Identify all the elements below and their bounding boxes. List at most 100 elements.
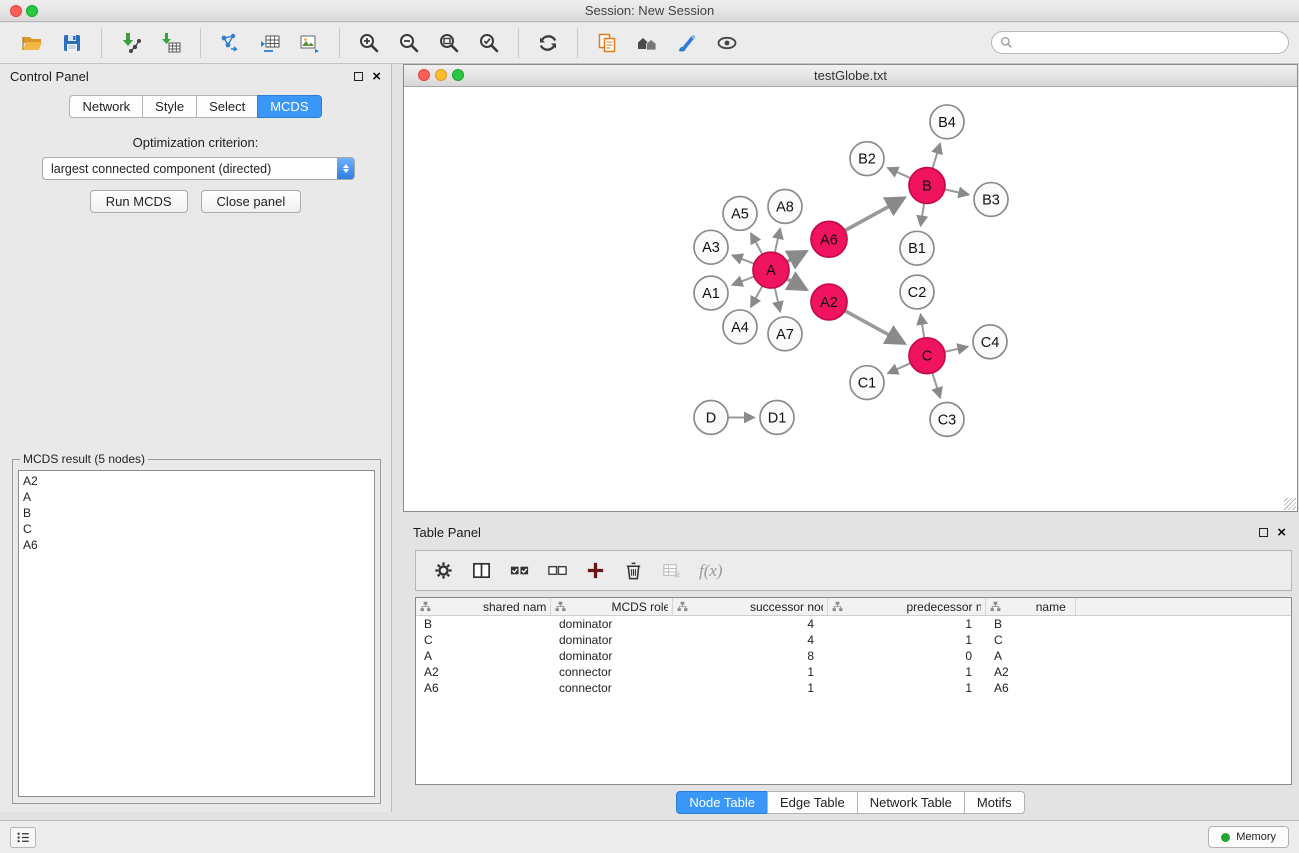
table-row[interactable]: Bdominator41B [416,616,1291,632]
node-B2[interactable]: B2 [850,142,884,176]
edge-A-A4[interactable] [751,285,763,307]
node-C3[interactable]: C3 [930,403,964,437]
node-B1[interactable]: B1 [900,231,934,265]
edge-B-B1[interactable] [921,202,925,225]
edge-A-A5[interactable] [751,234,763,256]
zoom-in-button[interactable] [352,26,386,60]
column-header-predecessor-nodes[interactable]: predecessor nodes [828,598,986,615]
table-row[interactable]: A2connector11A2 [416,664,1291,680]
node-A5[interactable]: A5 [723,196,757,230]
column-header-successor-nodes[interactable]: successor nodes [673,598,828,615]
edge-A-A6[interactable] [786,252,806,263]
tab-edge-table[interactable]: Edge Table [767,791,858,814]
tab-motifs[interactable]: Motifs [964,791,1025,814]
edge-A6-B[interactable] [844,198,904,231]
memory-button[interactable]: Memory [1208,826,1289,848]
import-network-button[interactable] [114,26,148,60]
add-row-button[interactable] [579,555,611,587]
list-item[interactable]: B [23,505,370,521]
table-row[interactable]: Cdominator41C [416,632,1291,648]
list-item[interactable]: A6 [23,537,370,553]
node-B[interactable]: B [909,168,945,204]
export-table-button[interactable] [253,26,287,60]
resize-grip-icon[interactable] [1284,498,1296,510]
copy-view-button[interactable] [590,26,624,60]
list-item[interactable]: C [23,521,370,537]
edge-A-A3[interactable] [733,255,756,264]
close-table-panel-icon[interactable]: × [1277,524,1286,542]
node-A8[interactable]: A8 [768,190,802,224]
save-session-button[interactable] [55,26,89,60]
node-D[interactable]: D [694,401,728,435]
search-box[interactable] [991,31,1289,54]
node-D1[interactable]: D1 [760,401,794,435]
zoom-out-button[interactable] [392,26,426,60]
table-row[interactable]: Adominator80A [416,648,1291,664]
node-A4[interactable]: A4 [723,310,757,344]
run-mcds-button[interactable]: Run MCDS [90,190,188,213]
show-graphics-button[interactable] [710,26,744,60]
node-A[interactable]: A [753,252,789,288]
node-C2[interactable]: C2 [900,275,934,309]
node-A3[interactable]: A3 [694,230,728,264]
select-all-button[interactable] [503,555,535,587]
tab-mcds[interactable]: MCDS [257,95,321,118]
open-session-button[interactable] [15,26,49,60]
delete-row-button[interactable] [617,555,649,587]
node-A2[interactable]: A2 [811,284,847,320]
edge-C-C4[interactable] [944,347,968,352]
node-B3[interactable]: B3 [974,183,1008,217]
function-builder-button[interactable]: f(x) [693,555,729,587]
delete-table-button[interactable] [655,555,687,587]
edge-B-B3[interactable] [944,189,969,194]
tab-select[interactable]: Select [196,95,258,118]
first-neighbors-button[interactable] [630,26,664,60]
zoom-fit-button[interactable] [432,26,466,60]
edge-C-C3[interactable] [932,372,940,398]
edge-A-A8[interactable] [775,229,781,254]
show-columns-button[interactable] [465,555,497,587]
deselect-all-button[interactable] [541,555,573,587]
table-settings-button[interactable] [427,555,459,587]
task-history-button[interactable] [10,827,36,848]
edge-A2-C[interactable] [844,310,904,343]
optimization-criterion-select[interactable]: largest connected component (directed) [42,157,355,180]
close-panel-icon[interactable]: × [372,68,381,86]
refresh-button[interactable] [531,26,565,60]
tab-node-table[interactable]: Node Table [676,791,768,814]
edge-B-B4[interactable] [932,144,940,170]
node-A7[interactable]: A7 [768,317,802,351]
node-C4[interactable]: C4 [973,325,1007,359]
mcds-result-list[interactable]: A2ABCA6 [18,470,375,797]
node-C1[interactable]: C1 [850,366,884,400]
annotation-button[interactable] [670,26,704,60]
float-table-panel-icon[interactable] [1259,528,1268,537]
export-network-button[interactable] [213,26,247,60]
search-input[interactable] [1018,36,1280,50]
tab-network-table[interactable]: Network Table [857,791,965,814]
column-header-name[interactable]: name [986,598,1076,615]
tab-style[interactable]: Style [142,95,197,118]
list-item[interactable]: A2 [23,473,370,489]
node-A1[interactable]: A1 [694,276,728,310]
node-B4[interactable]: B4 [930,105,964,139]
column-header-mcds-role[interactable]: MCDS role [551,598,673,615]
column-header-shared-name[interactable]: shared name [416,598,551,615]
edge-A-A7[interactable] [775,287,781,312]
close-panel-button[interactable]: Close panel [201,190,302,213]
float-panel-icon[interactable] [354,72,363,81]
export-image-button[interactable] [293,26,327,60]
node-C[interactable]: C [909,338,945,374]
edge-A-A1[interactable] [733,276,756,285]
list-item[interactable]: A [23,489,370,505]
node-A6[interactable]: A6 [811,221,847,257]
edge-B-B2[interactable] [888,168,912,179]
edge-A-A2[interactable] [786,278,806,289]
table-row[interactable]: A6connector11A6 [416,680,1291,696]
network-canvas-area[interactable]: A A2 A6 B C A1 A3 A4 A5 A7 A8 B1 B2 B3 B4 C1 C2 C3 C4 D D1 [404,88,1297,511]
edge-C-C1[interactable] [888,363,912,374]
zoom-selected-button[interactable] [472,26,506,60]
edge-C-C2[interactable] [921,315,925,339]
import-table-button[interactable] [154,26,188,60]
tab-network[interactable]: Network [69,95,143,118]
